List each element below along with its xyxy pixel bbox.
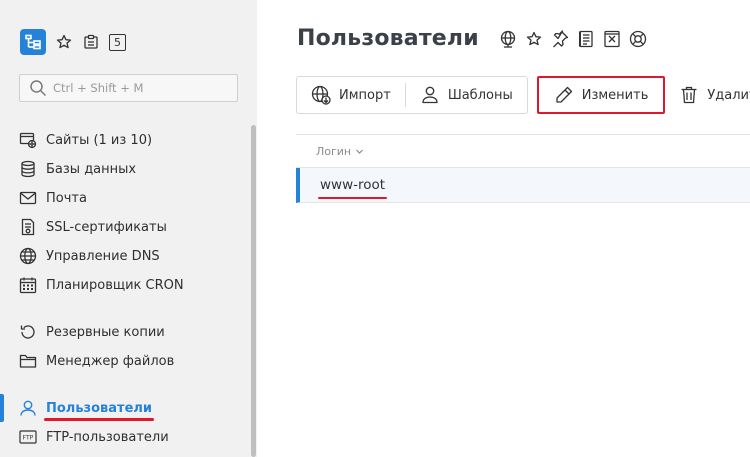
sidebar-item-label: FTP-пользователи [46, 429, 169, 445]
app-logo[interactable] [20, 29, 46, 55]
sidebar-item-mail[interactable]: Почта [0, 185, 250, 211]
folder-icon [19, 352, 37, 370]
clipboard-icon[interactable] [82, 33, 100, 51]
title-row: Пользователи [297, 26, 647, 51]
user-icon [19, 399, 37, 417]
toolbar: Импорт Шаблоны Изменить Удалить [296, 76, 750, 114]
documentation-icon[interactable] [577, 30, 595, 48]
active-indicator [0, 394, 4, 422]
sidebar-item-label: Сайты (1 из 10) [46, 132, 153, 148]
sidebar-item-ssl[interactable]: SSL-сертификаты [0, 214, 250, 240]
database-icon [19, 160, 37, 178]
import-button[interactable]: Импорт [297, 76, 405, 114]
mail-icon [19, 189, 37, 207]
globe-icon [19, 247, 37, 265]
sidebar-scrollbar[interactable] [251, 125, 256, 457]
count-badge[interactable]: 5 [109, 33, 126, 51]
sidebar-item-ftp-users[interactable]: FTP FTP-пользователи [0, 424, 250, 450]
sidebar-item-label: Пользователи [43, 400, 155, 421]
sidebar-item-sites[interactable]: Сайты (1 из 10) [0, 127, 250, 153]
chevron-down-icon [356, 149, 364, 154]
import-globe-icon [311, 85, 331, 105]
templates-button[interactable]: Шаблоны [406, 76, 527, 114]
templates-button-label: Шаблоны [447, 87, 513, 103]
sidebar-item-users[interactable]: Пользователи [0, 395, 250, 421]
column-header-login[interactable]: Логин [296, 134, 750, 168]
sidebar-top-bar: 5 [20, 29, 126, 55]
import-button-label: Импорт [339, 87, 391, 103]
trash-icon [681, 86, 697, 104]
users-table: Логин www-root [296, 134, 750, 203]
edit-button-label: Изменить [581, 87, 649, 103]
search-input[interactable] [53, 81, 223, 95]
network-globe-icon[interactable] [499, 30, 517, 48]
sidebar-item-databases[interactable]: Базы данных [0, 156, 250, 182]
ftp-icon: FTP [19, 428, 37, 446]
sidebar-search[interactable] [19, 74, 238, 102]
sidebar-item-label: Базы данных [46, 161, 137, 177]
sidebar-item-backups[interactable]: Резервные копии [0, 319, 250, 345]
pencil-icon [556, 86, 572, 103]
delete-button-label: Удалить [707, 87, 750, 103]
sites-icon [19, 131, 37, 149]
title-actions [499, 29, 647, 48]
search-icon [30, 80, 47, 97]
sidebar-item-label: Планировщик CRON [46, 277, 184, 293]
sidebar-item-label: Резервные копии [46, 324, 165, 340]
help-lifebuoy-icon[interactable] [629, 30, 647, 48]
tree-icon [25, 34, 41, 50]
certificate-icon [19, 218, 37, 236]
main-panel: Пользователи Импорт Шаблоны Изменить Уда… [257, 0, 750, 457]
svg-text:FTP: FTP [23, 435, 34, 442]
table-row[interactable]: www-root [296, 168, 750, 203]
login-cell: www-root [317, 177, 388, 199]
backup-icon [19, 323, 37, 341]
delete-button[interactable]: Удалить [669, 76, 750, 114]
sidebar-item-label: SSL-сертификаты [46, 219, 167, 235]
sidebar-item-dns[interactable]: Управление DNS [0, 243, 250, 269]
sidebar-item-file-manager[interactable]: Менеджер файлов [0, 348, 250, 374]
sidebar-item-label: Менеджер файлов [46, 353, 175, 369]
column-header-label: Логин [316, 144, 352, 158]
user-template-icon [422, 86, 438, 104]
page-title: Пользователи [297, 26, 479, 51]
spreadsheet-icon[interactable] [603, 30, 621, 48]
edit-button[interactable]: Изменить [536, 76, 666, 114]
favorite-star-icon[interactable] [525, 30, 543, 48]
sidebar-item-cron[interactable]: Планировщик CRON [0, 272, 250, 298]
sidebar-item-label: Почта [46, 190, 87, 206]
sidebar-item-label: Управление DNS [46, 248, 160, 264]
calendar-icon [19, 276, 37, 294]
sidebar: 5 Сайты (1 из 10) Базы данных Почта [0, 0, 257, 457]
toolbar-button-group: Импорт Шаблоны [296, 76, 528, 114]
star-icon[interactable] [55, 33, 73, 51]
pin-icon[interactable] [551, 29, 569, 48]
